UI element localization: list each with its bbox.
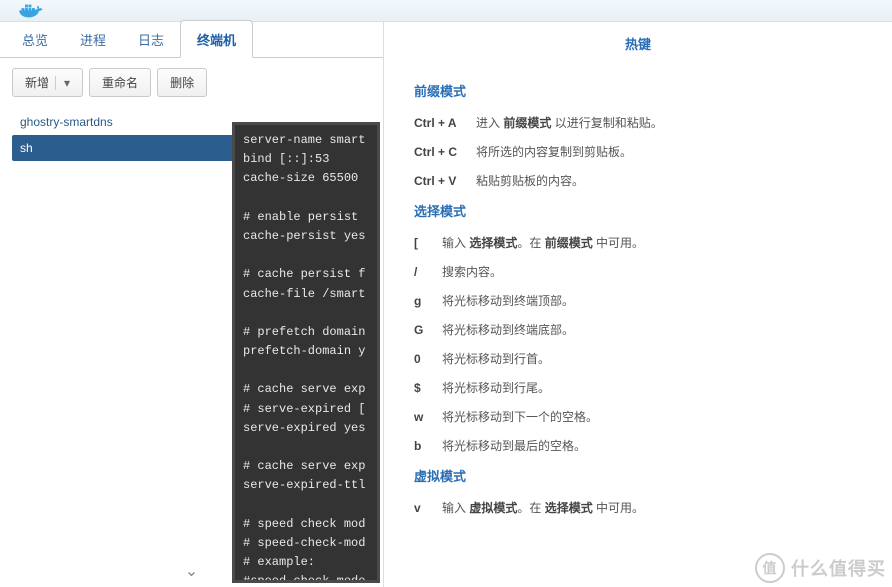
- hotkey-key: $: [414, 381, 442, 395]
- terminal-output: server-name smart bind [::]:53 cache-siz…: [235, 125, 377, 583]
- terminal-window[interactable]: server-name smart bind [::]:53 cache-siz…: [232, 122, 380, 583]
- hotkey-row: w将光标移动到下一个的空格。: [414, 408, 862, 425]
- left-panel: 总览 进程 日志 终端机 新增 ▾ 重命名 删除 ghostry-smartdn…: [0, 22, 384, 587]
- tab-terminal[interactable]: 终端机: [180, 20, 253, 58]
- hotkey-row: g将光标移动到终端顶部。: [414, 292, 862, 309]
- hotkey-key: Ctrl + V: [414, 174, 476, 188]
- hotkey-desc: 进入 前缀模式 以进行复制和粘贴。: [476, 114, 663, 131]
- hotkey-desc: 输入 选择模式。在 前缀模式 中可用。: [442, 234, 644, 251]
- help-panel: 热键 前缀模式Ctrl + A进入 前缀模式 以进行复制和粘贴。Ctrl + C…: [384, 22, 892, 587]
- watermark-icon: 值: [755, 553, 785, 583]
- hotkey-row: Ctrl + V粘贴剪贴板的内容。: [414, 172, 862, 189]
- hotkey-key: w: [414, 410, 442, 424]
- hotkey-row: G将光标移动到终端底部。: [414, 321, 862, 338]
- hotkey-row: $将光标移动到行尾。: [414, 379, 862, 396]
- hotkey-key: [: [414, 236, 442, 250]
- hotkey-row: Ctrl + A进入 前缀模式 以进行复制和粘贴。: [414, 114, 862, 131]
- hotkey-row: [输入 选择模式。在 前缀模式 中可用。: [414, 234, 862, 251]
- delete-button[interactable]: 删除: [157, 68, 207, 97]
- tab-overview[interactable]: 总览: [6, 21, 64, 57]
- help-section-title: 前缀模式: [414, 81, 862, 100]
- expand-down-icon[interactable]: ⌄: [185, 561, 198, 581]
- rename-button[interactable]: 重命名: [89, 68, 151, 97]
- hotkey-desc: 输入 虚拟模式。在 选择模式 中可用。: [442, 499, 644, 516]
- hotkey-key: b: [414, 439, 442, 453]
- hotkey-desc: 搜索内容。: [442, 263, 502, 280]
- hotkey-key: Ctrl + C: [414, 145, 476, 159]
- window-header: [0, 0, 892, 22]
- hotkey-row: 0将光标移动到行首。: [414, 350, 862, 367]
- hotkey-desc: 将光标移动到终端顶部。: [442, 292, 574, 309]
- hotkey-key: 0: [414, 352, 442, 366]
- new-button[interactable]: 新增 ▾: [12, 68, 83, 97]
- hotkey-row: /搜索内容。: [414, 263, 862, 280]
- hotkey-key: g: [414, 294, 442, 308]
- chevron-down-icon[interactable]: ▾: [55, 76, 70, 90]
- hotkey-desc: 将光标移动到下一个的空格。: [442, 408, 598, 425]
- hotkey-desc: 粘贴剪贴板的内容。: [476, 172, 584, 189]
- hotkey-desc: 将光标移动到行首。: [442, 350, 550, 367]
- tab-logs[interactable]: 日志: [122, 21, 180, 57]
- hotkey-desc: 将光标移动到最后的空格。: [442, 437, 586, 454]
- hotkey-desc: 将光标移动到终端底部。: [442, 321, 574, 338]
- hotkey-key: Ctrl + A: [414, 116, 476, 130]
- new-button-label: 新增: [25, 74, 49, 91]
- tab-bar: 总览 进程 日志 终端机: [0, 22, 383, 58]
- help-section-title: 虚拟模式: [414, 466, 862, 485]
- help-section-title: 选择模式: [414, 201, 862, 220]
- hotkey-row: b将光标移动到最后的空格。: [414, 437, 862, 454]
- watermark-text: 什么值得买: [791, 555, 886, 581]
- watermark: 值 什么值得买: [755, 553, 886, 583]
- hotkey-key: /: [414, 265, 442, 279]
- hotkey-desc: 将光标移动到行尾。: [442, 379, 550, 396]
- hotkey-key: v: [414, 501, 442, 515]
- hotkey-desc: 将所选的内容复制到剪贴板。: [476, 143, 632, 160]
- hotkey-row: Ctrl + C将所选的内容复制到剪贴板。: [414, 143, 862, 160]
- hotkey-row: v输入 虚拟模式。在 选择模式 中可用。: [414, 499, 862, 516]
- help-title: 热键: [414, 30, 862, 69]
- tab-process[interactable]: 进程: [64, 21, 122, 57]
- hotkey-key: G: [414, 323, 442, 337]
- toolbar: 新增 ▾ 重命名 删除: [0, 58, 383, 107]
- docker-whale-icon: [18, 2, 46, 20]
